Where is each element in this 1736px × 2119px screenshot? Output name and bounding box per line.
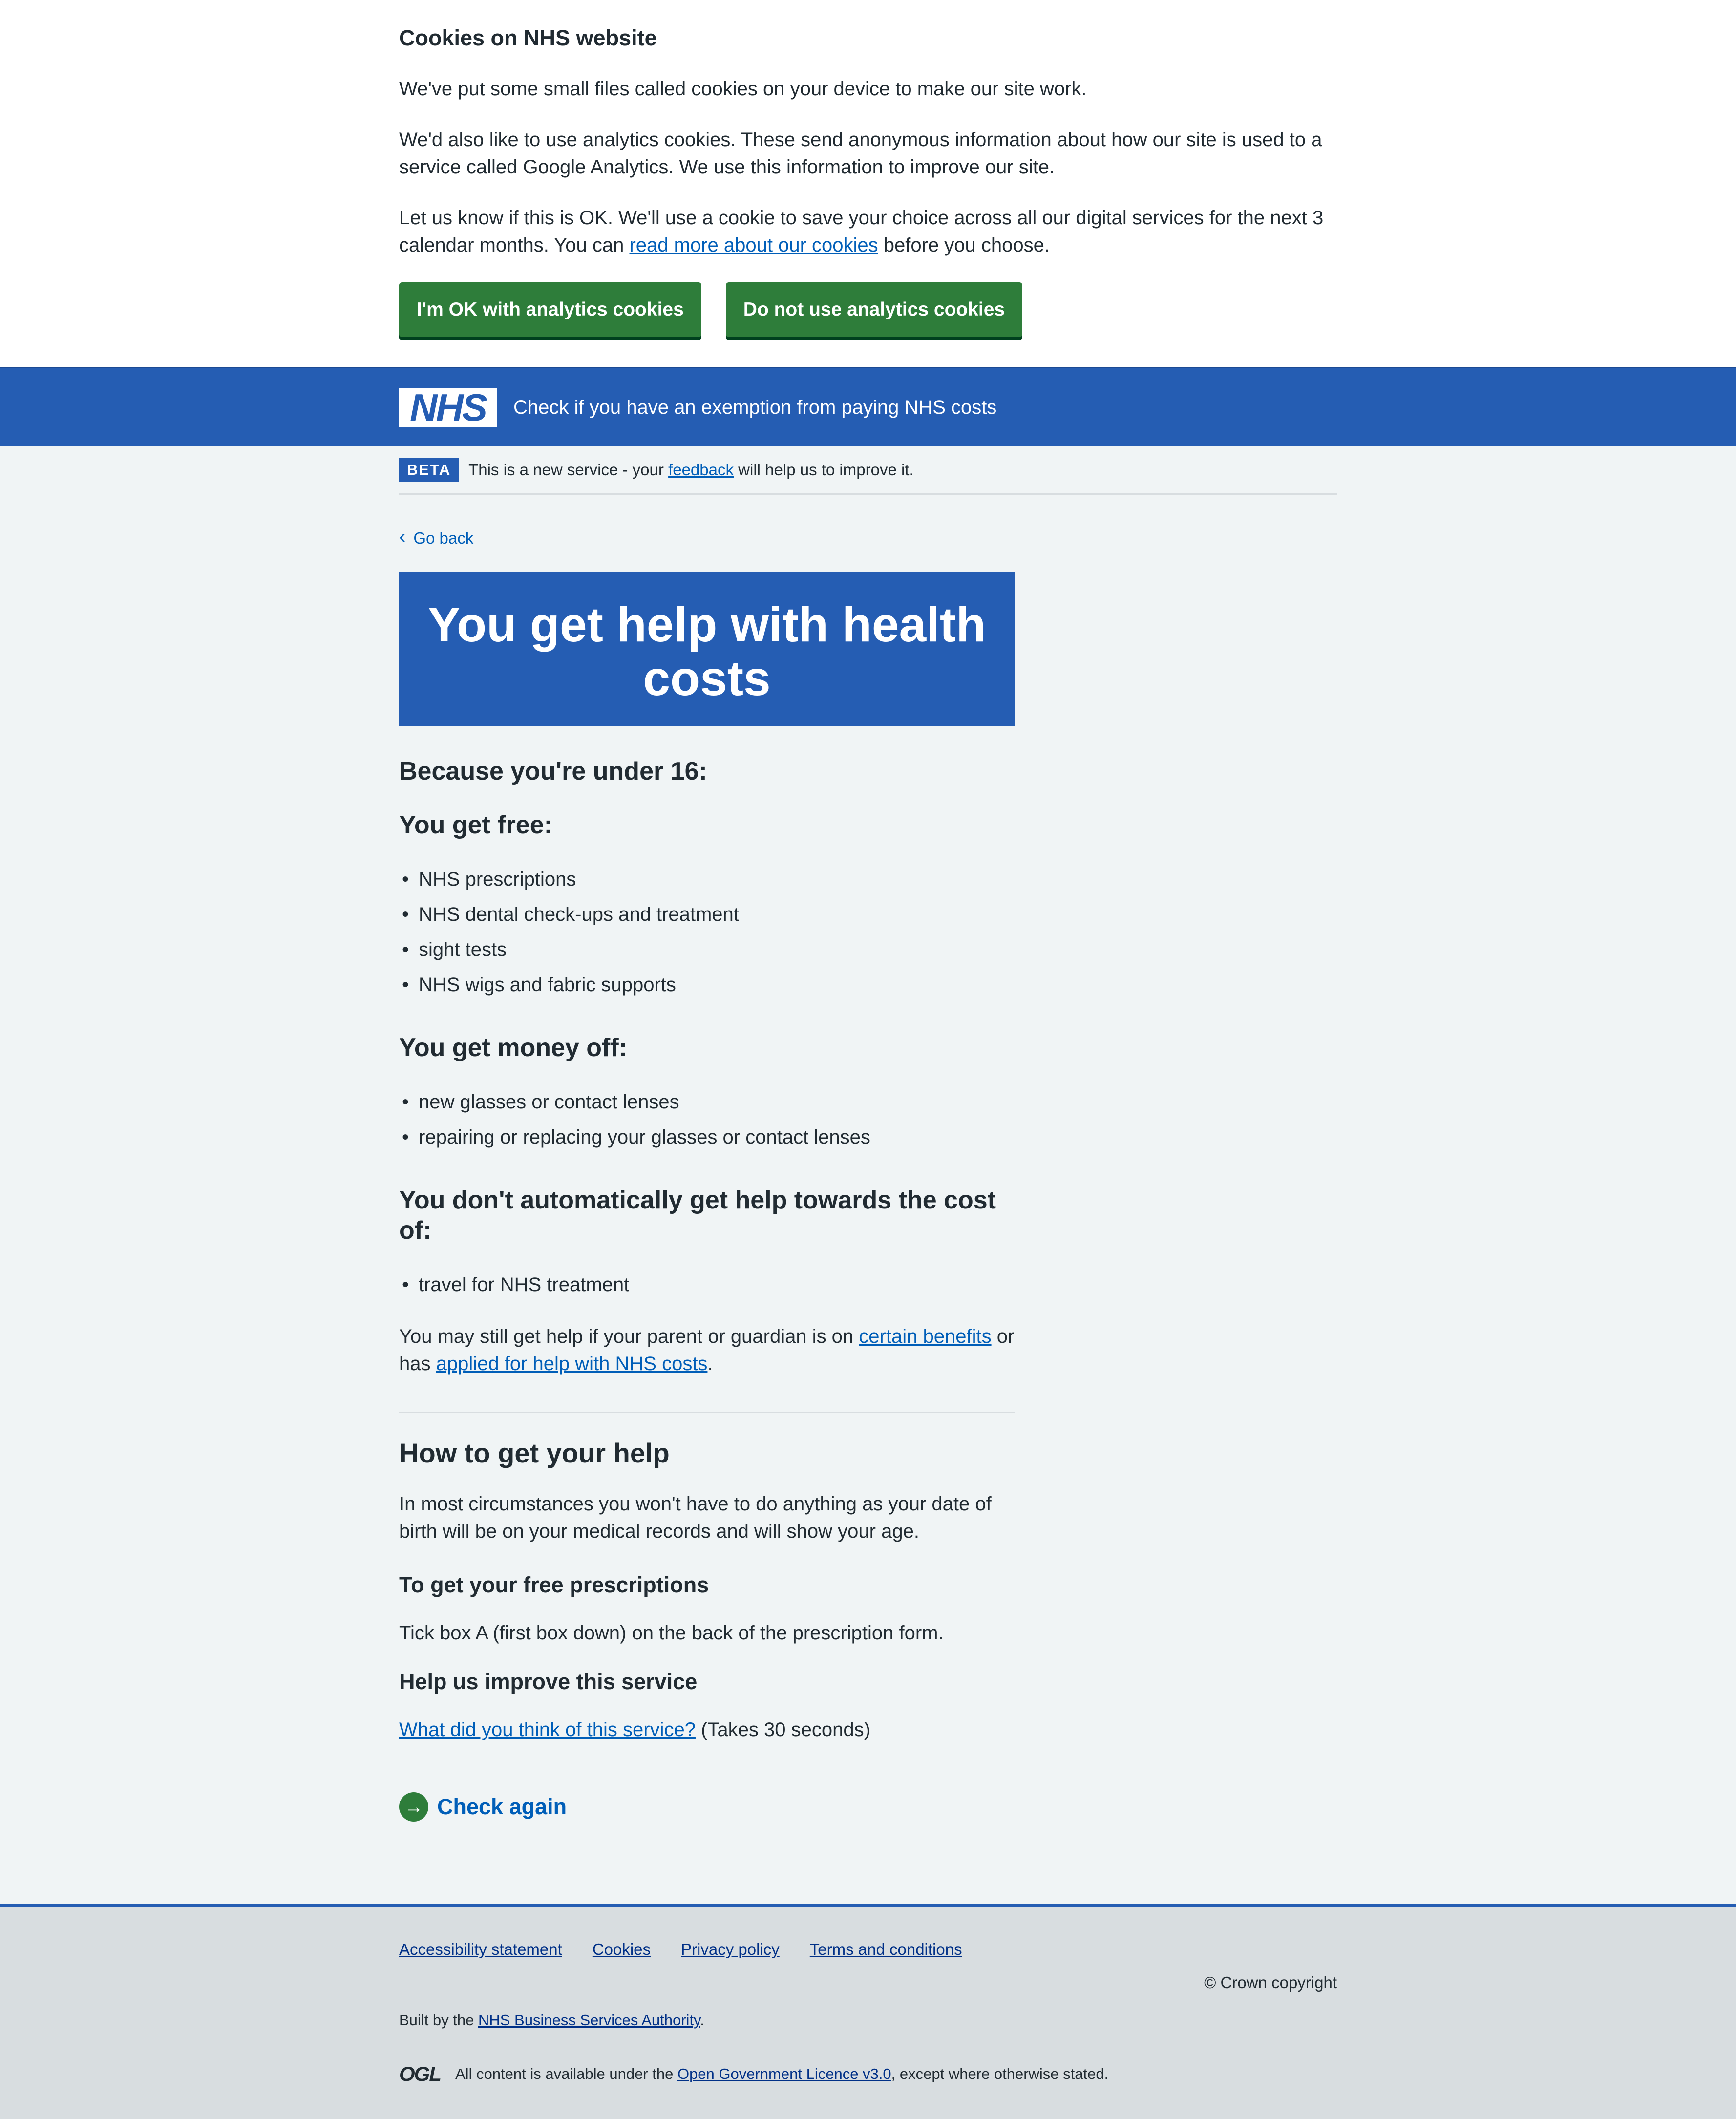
main-content: You get help with health costs Because y…	[399, 572, 1015, 1822]
licence-sentence: All content is available under the Open …	[455, 2065, 1108, 2083]
cookie-banner: Cookies on NHS website We've put some sm…	[0, 0, 1736, 367]
go-back-label: Go back	[413, 529, 474, 547]
footer-link-cookies[interactable]: Cookies	[593, 1940, 651, 1959]
certain-benefits-link[interactable]: certain benefits	[859, 1326, 991, 1347]
page-title: You get help with health costs	[427, 597, 986, 706]
improve-heading: Help us improve this service	[399, 1669, 698, 1694]
copyright: © Crown copyright	[1204, 1973, 1337, 1992]
built-by-start: Built by the	[399, 2012, 478, 2029]
nhs-logo-text: NHS	[410, 386, 487, 429]
reason-heading: Because you're under 16:	[399, 757, 707, 785]
cookie-buttons: I'm OK with analytics cookies Do not use…	[399, 282, 1337, 337]
free-heading: You get free:	[399, 811, 552, 839]
money-off-heading: You get money off:	[399, 1034, 628, 1062]
footer-links: Accessibility statement Cookies Privacy …	[399, 1940, 1337, 1959]
may-still-text-end: .	[707, 1353, 713, 1375]
list-item: NHS dental check-ups and treatment	[399, 897, 1015, 932]
ogl-logo-icon: OGL	[399, 2062, 442, 2085]
section-divider	[399, 1412, 1015, 1413]
list-item: NHS prescriptions	[399, 862, 1015, 897]
not-automatic-heading: You don't automatically get help towards…	[399, 1186, 996, 1245]
applied-for-help-link[interactable]: applied for help with NHS costs	[436, 1353, 708, 1375]
result-panel: You get help with health costs	[399, 572, 1015, 726]
check-again-link[interactable]: → Check again	[399, 1792, 1015, 1822]
cookie-heading: Cookies on NHS website	[399, 25, 657, 50]
phase-text: This is a new service - your feedback wi…	[468, 461, 914, 479]
feedback-link[interactable]: feedback	[668, 461, 734, 479]
check-again-label: Check again	[437, 1794, 567, 1819]
prescriptions-text: Tick box A (first box down) on the back …	[399, 1622, 944, 1644]
free-list: NHS prescriptions NHS dental check-ups a…	[399, 862, 1015, 1002]
how-to-get-help-text: In most circumstances you won't have to …	[399, 1493, 992, 1542]
improve-text-end: (Takes 30 seconds)	[695, 1719, 870, 1740]
site-footer: Accessibility statement Cookies Privacy …	[0, 1904, 1736, 2119]
footer-link-accessibility[interactable]: Accessibility statement	[399, 1940, 562, 1959]
nhsbsa-link[interactable]: NHS Business Services Authority	[478, 2012, 700, 2029]
list-item: travel for NHS treatment	[399, 1267, 1015, 1302]
cookie-text-3: Let us know if this is OK. We'll use a c…	[399, 204, 1337, 259]
arrow-right-circle-icon: →	[399, 1792, 428, 1822]
cookie-text-1: We've put some small files called cookie…	[399, 78, 1087, 100]
accept-analytics-cookies-button[interactable]: I'm OK with analytics cookies	[399, 282, 701, 337]
list-item: repairing or replacing your glasses or c…	[399, 1120, 1015, 1155]
cookie-text-2: We'd also like to use analytics cookies.…	[399, 129, 1322, 178]
feedback-survey-link[interactable]: What did you think of this service?	[399, 1719, 696, 1740]
reject-analytics-cookies-button[interactable]: Do not use analytics cookies	[725, 282, 1023, 337]
improve-text: What did you think of this service? (Tak…	[399, 1716, 1015, 1743]
cookie-text-3-end: before you choose.	[878, 234, 1050, 256]
phase-banner: BETA This is a new service - your feedba…	[399, 446, 1337, 495]
list-item: sight tests	[399, 932, 1015, 967]
how-to-get-help-heading: How to get your help	[399, 1438, 670, 1468]
built-by-text: Built by the NHS Business Services Autho…	[399, 2012, 1337, 2029]
read-more-cookies-link[interactable]: read more about our cookies	[629, 234, 878, 256]
open-government-licence-link[interactable]: Open Government Licence v3.0	[677, 2065, 891, 2082]
not-automatic-list: travel for NHS treatment	[399, 1267, 1015, 1302]
list-item: new glasses or contact lenses	[399, 1084, 1015, 1120]
may-still-text-start: You may still get help if your parent or…	[399, 1326, 859, 1347]
built-by-end: .	[700, 2012, 704, 2029]
licence-end: , except where otherwise stated.	[891, 2065, 1109, 2082]
go-back-link[interactable]: ‹ Go back	[399, 526, 1337, 548]
prescriptions-heading: To get your free prescriptions	[399, 1572, 709, 1597]
service-name[interactable]: Check if you have an exemption from payi…	[513, 397, 996, 419]
phase-text-end: will help us to improve it.	[734, 461, 914, 479]
footer-link-terms[interactable]: Terms and conditions	[810, 1940, 962, 1959]
phase-text-start: This is a new service - your	[468, 461, 669, 479]
licence-text: OGL All content is available under the O…	[399, 2062, 1337, 2086]
chevron-left-icon: ‹	[399, 526, 406, 548]
beta-tag: BETA	[399, 458, 459, 482]
nhs-logo[interactable]: NHS	[399, 388, 497, 427]
site-header: NHS Check if you have an exemption from …	[0, 367, 1736, 446]
licence-start: All content is available under the	[455, 2065, 677, 2082]
list-item: NHS wigs and fabric supports	[399, 967, 1015, 1002]
money-off-list: new glasses or contact lenses repairing …	[399, 1084, 1015, 1155]
may-still-get-help-text: You may still get help if your parent or…	[399, 1323, 1015, 1377]
footer-link-privacy[interactable]: Privacy policy	[681, 1940, 780, 1959]
